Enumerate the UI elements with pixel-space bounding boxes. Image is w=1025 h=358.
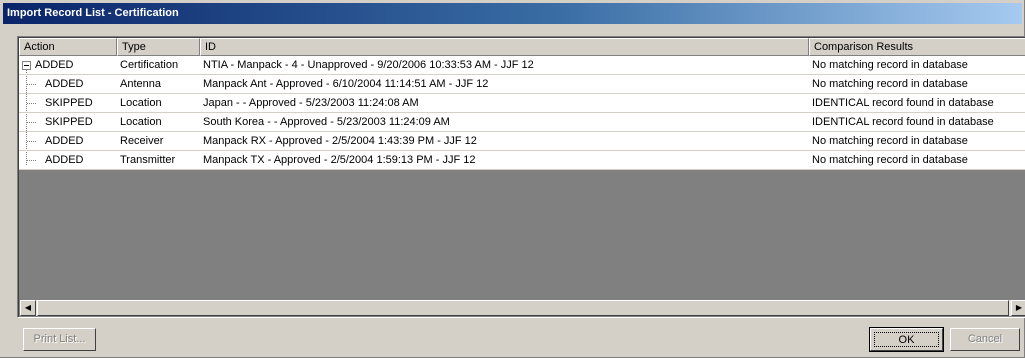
tree-branch <box>27 84 37 85</box>
table-body: ADDED Certification NTIA - Manpack - 4 -… <box>19 56 1025 170</box>
cell-action: ADDED <box>45 78 84 90</box>
column-header-comparison-results[interactable]: Comparison Results <box>809 38 1025 56</box>
cell-id: Japan - - Approved - 5/23/2003 11:24:08 … <box>203 97 419 109</box>
print-list-button[interactable]: Print List... <box>23 328 96 351</box>
ok-label: OK <box>898 334 915 346</box>
cell-id: Manpack RX - Approved - 2/5/2004 1:43:39… <box>203 135 477 147</box>
horizontal-scrollbar[interactable]: ◀ ▶ <box>20 300 1025 316</box>
cell-id: Manpack TX - Approved - 2/5/2004 1:59:13… <box>203 154 476 166</box>
table-row[interactable]: ADDED Receiver Manpack RX - Approved - 2… <box>19 132 1025 151</box>
cell-comparison-result: No matching record in database <box>812 154 968 166</box>
tree-branch <box>27 141 37 142</box>
record-list-view[interactable]: Action Type ID Comparison Results ADDED … <box>17 36 1025 318</box>
window-title: Import Record List - Certification <box>7 7 179 19</box>
cell-comparison-result: No matching record in database <box>812 78 968 90</box>
cell-comparison-result: IDENTICAL record found in database <box>812 116 994 128</box>
print-list-label: Print List... <box>33 333 86 345</box>
title-bar[interactable]: Import Record List - Certification <box>3 3 1022 24</box>
column-header-action[interactable]: Action <box>19 38 117 56</box>
cell-action: SKIPPED <box>45 97 93 109</box>
cell-id: NTIA - Manpack - 4 - Unapproved - 9/20/2… <box>203 59 534 71</box>
cell-comparison-result: No matching record in database <box>812 59 968 71</box>
ok-button[interactable]: OK <box>869 327 944 352</box>
tree-branch <box>27 160 37 161</box>
table-row[interactable]: ADDED Antenna Manpack Ant - Approved - 6… <box>19 75 1025 94</box>
scroll-left-arrow-icon[interactable]: ◀ <box>20 300 36 316</box>
column-header-id[interactable]: ID <box>200 38 809 56</box>
table-row[interactable]: ADDED Certification NTIA - Manpack - 4 -… <box>19 56 1025 75</box>
cell-type: Certification <box>120 59 179 71</box>
cell-action: ADDED <box>45 154 84 166</box>
tree-branch <box>27 103 37 104</box>
cell-id: South Korea - - Approved - 5/23/2003 11:… <box>203 116 450 128</box>
scroll-right-arrow-icon[interactable]: ▶ <box>1011 300 1025 316</box>
cell-comparison-result: IDENTICAL record found in database <box>812 97 994 109</box>
cancel-label: Cancel <box>967 333 1003 345</box>
table-row[interactable]: SKIPPED Location Japan - - Approved - 5/… <box>19 94 1025 113</box>
cell-action: SKIPPED <box>45 116 93 128</box>
cell-comparison-result: No matching record in database <box>812 135 968 147</box>
table-row[interactable]: ADDED Transmitter Manpack TX - Approved … <box>19 151 1025 170</box>
tree-branch <box>27 122 37 123</box>
cell-type: Location <box>120 116 162 128</box>
column-header-type[interactable]: Type <box>117 38 200 56</box>
import-record-list-window: Import Record List - Certification Actio… <box>0 0 1025 358</box>
cell-type: Antenna <box>120 78 161 90</box>
cell-type: Receiver <box>120 135 164 147</box>
scrollbar-thumb[interactable] <box>37 300 1009 316</box>
cancel-button[interactable]: Cancel <box>950 328 1020 351</box>
cell-type: Transmitter <box>120 154 176 166</box>
cell-type: Location <box>120 97 162 109</box>
table-row[interactable]: SKIPPED Location South Korea - - Approve… <box>19 113 1025 132</box>
cell-id: Manpack Ant - Approved - 6/10/2004 11:14… <box>203 78 489 90</box>
cell-action: ADDED <box>45 135 84 147</box>
cell-action: ADDED <box>35 59 74 71</box>
column-header-row: Action Type ID Comparison Results <box>19 38 1025 56</box>
collapse-icon[interactable] <box>22 61 31 70</box>
